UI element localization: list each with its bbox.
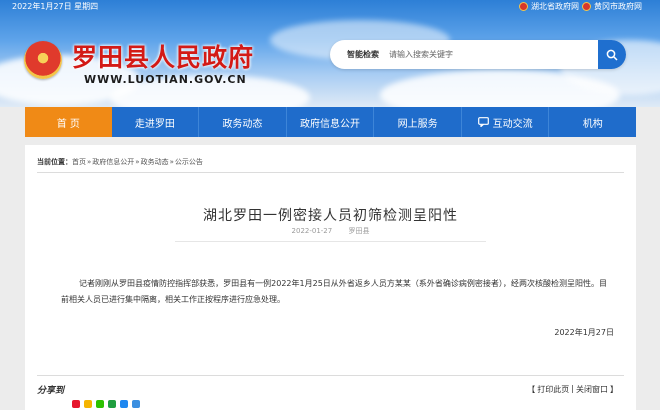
douban-icon[interactable]: [108, 400, 116, 408]
breadcrumb-separator: »: [87, 158, 92, 166]
article-signed-date: 2022年1月27日: [554, 328, 614, 337]
article-panel: 当前位置： 首页 » 政府信息公开 » 政务动态 » 公示公告 湖北罗田一例密接…: [25, 145, 636, 410]
divider: [37, 172, 624, 173]
wechat-icon[interactable]: [96, 400, 104, 408]
share-bar: 分享到 【 打印此页 | 关闭窗口 】: [25, 375, 636, 410]
close-window-link[interactable]: 关闭窗口: [576, 384, 608, 395]
action-separator: |: [571, 384, 574, 393]
search-icon: [606, 49, 618, 61]
huanggang-gov-link[interactable]: 黄冈市政府网: [582, 1, 642, 12]
nav-item-label: 走进罗田: [134, 118, 175, 130]
nav-item-news[interactable]: 政务动态: [199, 107, 287, 137]
breadcrumb-link-home[interactable]: 首页: [72, 157, 86, 167]
article-date: 2022-01-27: [291, 227, 333, 235]
chat-bubble-icon: [477, 117, 489, 127]
breadcrumb-prefix: 当前位置：: [37, 158, 72, 166]
search-input[interactable]: [387, 49, 561, 60]
qq-icon[interactable]: [120, 400, 128, 408]
top-bar: 2022年1月27日 星期四 湖北省政府网 黄冈市政府网: [0, 0, 660, 13]
national-emblem-icon: [582, 2, 591, 11]
nav-item-label: 网上服务: [397, 118, 438, 130]
qzone-icon[interactable]: [84, 400, 92, 408]
nav-item-label: 互动交流: [492, 118, 533, 130]
share-icons: [72, 400, 140, 408]
national-emblem-logo: [24, 41, 62, 79]
share-label: 分享到: [37, 386, 65, 396]
current-date: 2022年1月27日 星期四: [12, 2, 99, 11]
article-title: 湖北罗田一例密接人员初筛检测呈阳性: [203, 208, 458, 224]
search-box: 智能检索: [330, 40, 626, 69]
nav-item-label: 首 页: [56, 118, 80, 130]
nav-item-label: 政务动态: [222, 118, 263, 130]
nav-item-about[interactable]: 走进罗田: [112, 107, 200, 137]
nav-item-interaction[interactable]: 互动交流: [462, 107, 550, 137]
hubei-gov-link[interactable]: 湖北省政府网: [519, 1, 579, 12]
nav-item-home[interactable]: 首 页: [25, 107, 112, 137]
breadcrumb-link-disclosure[interactable]: 政府信息公开: [92, 157, 134, 167]
article-source: 罗田县: [348, 227, 370, 235]
nav-item-label: 政府信息公开: [300, 118, 361, 130]
more-icon[interactable]: [132, 400, 140, 408]
site-header: 2022年1月27日 星期四 湖北省政府网 黄冈市政府网 罗田县人民政府 WWW…: [0, 0, 660, 107]
page-actions: 【 打印此页 | 关闭窗口 】: [527, 384, 618, 395]
weibo-icon[interactable]: [72, 400, 80, 408]
national-emblem-icon: [519, 2, 528, 11]
divider: [175, 241, 486, 242]
search-button[interactable]: [598, 40, 626, 69]
bracket-open: 【: [527, 385, 536, 394]
breadcrumb-link-news[interactable]: 政务动态: [141, 157, 169, 167]
article-meta: 2022-01-27 罗田县: [25, 226, 636, 236]
site-domain: WWW.LUOTIAN.GOV.CN: [84, 73, 247, 86]
main-nav: 首 页 走进罗田 政务动态 政府信息公开 网上服务 互动交流 机构: [25, 107, 636, 137]
hubei-gov-link-label[interactable]: 湖北省政府网: [531, 1, 579, 12]
nav-item-label: 机构: [582, 118, 603, 130]
breadcrumb-link-notices[interactable]: 公示公告: [175, 157, 203, 167]
nav-item-disclosure[interactable]: 政府信息公开: [287, 107, 375, 137]
huanggang-gov-link-label[interactable]: 黄冈市政府网: [594, 1, 642, 12]
bracket-close: 】: [610, 385, 618, 394]
nav-item-services[interactable]: 网上服务: [374, 107, 462, 137]
breadcrumb: 当前位置： 首页 » 政府信息公开 » 政务动态 » 公示公告: [37, 157, 203, 167]
breadcrumb-separator: »: [135, 158, 140, 166]
print-page-link[interactable]: 打印此页: [537, 384, 569, 395]
nav-item-institutions[interactable]: 机构: [549, 107, 636, 137]
breadcrumb-separator: »: [169, 158, 174, 166]
article-body: 记者刚刚从罗田县疫情防控指挥部获悉，罗田县有一例2022年1月25日从外省返乡人…: [61, 279, 607, 304]
site-title[interactable]: 罗田县人民政府: [72, 38, 254, 74]
search-label: 智能检索: [347, 50, 379, 59]
